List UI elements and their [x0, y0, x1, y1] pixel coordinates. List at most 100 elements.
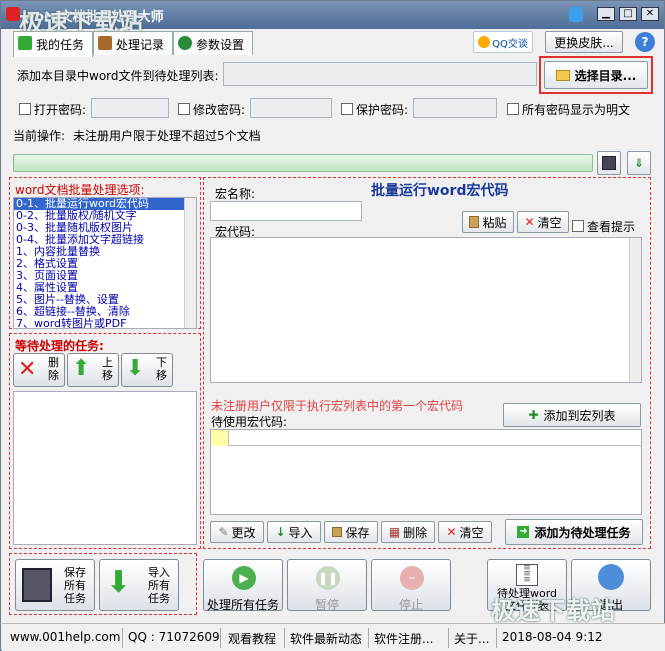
status-news[interactable]: 软件最新动态: [290, 630, 362, 647]
status-website[interactable]: www.001help.com: [10, 630, 120, 644]
status-separator: [368, 628, 369, 648]
add-to-macro-list-button[interactable]: ✚ 添加到宏列表: [503, 403, 641, 427]
stop-button[interactable]: – 停止: [371, 559, 451, 612]
open-password-label: 打开密码:: [34, 103, 87, 117]
show-plain-checkbox[interactable]: [507, 103, 519, 115]
paste-label: 粘贴: [482, 215, 507, 230]
status-qq[interactable]: QQ : 71072609: [128, 630, 220, 644]
go-arrow-icon: ➜: [517, 526, 530, 538]
modify-password-label: 修改密码:: [193, 103, 246, 117]
pending-title: 等待处理的任务:: [15, 339, 104, 353]
qq-chat-label: QQ交谈: [492, 38, 528, 50]
stop-icon: –: [400, 566, 424, 590]
minimize-button[interactable]: ▁: [597, 7, 615, 21]
exit-person-icon: [598, 564, 624, 590]
floppy-icon: [602, 156, 616, 170]
move-down-button[interactable]: ⬇ 下 移: [121, 353, 173, 387]
option-item[interactable]: 7、word转图片或PDF: [14, 318, 196, 329]
protect-password-input[interactable]: [413, 98, 497, 118]
paste-button[interactable]: 粘贴: [462, 211, 514, 233]
skin-shirt-icon[interactable]: [569, 6, 583, 22]
tab-settings[interactable]: 参数设置: [173, 31, 253, 55]
download-button[interactable]: ⇓: [627, 151, 651, 175]
tab-label: 处理记录: [116, 38, 165, 52]
clear-macro-button[interactable]: ✕ 清空: [438, 521, 492, 543]
current-op-text: 未注册用户限于处理不超过5个文档: [73, 129, 261, 143]
close-button[interactable]: ✕: [641, 7, 659, 21]
status-about[interactable]: 关于...: [454, 630, 489, 647]
status-separator: [122, 628, 123, 648]
app-icon: [6, 7, 20, 21]
pause-label: 暂停: [314, 598, 339, 612]
status-register[interactable]: 软件注册...: [374, 630, 433, 647]
tab-my-tasks[interactable]: 我的任务: [13, 31, 93, 57]
source-prompt: 添加本目录中word文件到待处理列表:: [17, 69, 219, 83]
options-scrollbar[interactable]: [184, 198, 196, 328]
down-arrow-icon: ⇓: [633, 156, 645, 170]
macro-code-editor[interactable]: [210, 237, 642, 383]
add-pending-task-button[interactable]: ➜ 添加为待处理任务: [505, 519, 643, 545]
process-all-label: 处理所有任务: [206, 598, 279, 612]
modify-password-input[interactable]: [250, 98, 332, 118]
process-all-button[interactable]: ▶ 处理所有任务: [203, 559, 283, 612]
modify-macro-button[interactable]: ✎ 更改: [210, 521, 264, 543]
maximize-button[interactable]: □: [619, 7, 637, 21]
import-all-tasks-button[interactable]: ⬇ 导入 所有 任务: [99, 559, 179, 611]
pencil-icon: ✎: [218, 525, 229, 539]
app-window: word文档批量处理大师 极速下载站 ▁ □ ✕ 我的任务 处理记录 参数设置 …: [0, 0, 665, 651]
open-password-input[interactable]: [91, 98, 169, 118]
choose-directory-label: 选择目录...: [574, 68, 637, 83]
status-separator: [220, 628, 221, 648]
delete-icon: ▦: [388, 525, 401, 539]
save-all-tasks-button[interactable]: 保存 所有 任务: [15, 559, 95, 611]
clear-macro-label: 清空: [459, 525, 484, 540]
options-list[interactable]: 0-1、批量运行word宏代码 0-2、批量版权/随机文字 0-3、批量随机版权图片…: [13, 197, 197, 329]
modify-password-checkbox[interactable]: [178, 103, 190, 115]
modify-macro-label: 更改: [231, 525, 256, 540]
view-hint-label: 查看提示: [587, 220, 636, 234]
import-macro-button[interactable]: ↓ 导入: [267, 521, 321, 543]
pause-button[interactable]: ❚❚ 暂停: [287, 559, 367, 612]
delete-task-button[interactable]: ✕ 删 除: [13, 353, 65, 387]
choose-directory-button[interactable]: 选择目录...: [544, 61, 648, 89]
x-icon: ✕: [18, 357, 37, 382]
macro-list[interactable]: [210, 429, 642, 515]
play-icon: ▶: [232, 566, 256, 590]
change-skin-button[interactable]: 更换皮肤...: [545, 31, 623, 53]
move-up-button[interactable]: ⬆ 上 移: [67, 353, 119, 387]
qq-icon: [478, 36, 491, 48]
view-hint-checkbox[interactable]: [572, 220, 584, 232]
status-bar: www.001help.com QQ : 71072609 观看教程 软件最新动…: [2, 623, 665, 651]
tab-history[interactable]: 处理记录: [93, 31, 173, 55]
status-datetime: 2018-08-04 9:12: [502, 630, 603, 644]
clear-code-button[interactable]: ✕ 清空: [517, 211, 569, 233]
macro-name-input[interactable]: [210, 201, 362, 221]
show-plain-label: 所有密码显示为明文: [522, 103, 631, 117]
title-bar[interactable]: word文档批量处理大师 极速下载站 ▁ □ ✕: [1, 1, 664, 37]
delete-macro-button[interactable]: ▦ 删除: [381, 521, 435, 543]
x-icon: ✕: [524, 215, 535, 229]
move-up-label: 上 移: [102, 356, 113, 382]
pending-task-list[interactable]: [13, 391, 197, 545]
protect-password-checkbox[interactable]: [341, 103, 353, 115]
code-scrollbar[interactable]: [629, 238, 641, 382]
source-path-field[interactable]: [223, 62, 537, 86]
save-progress-button[interactable]: [597, 151, 621, 175]
delete-task-label: 删 除: [48, 356, 59, 382]
plus-icon: ✚: [528, 408, 539, 422]
delete-macro-label: 删除: [403, 525, 428, 540]
help-icon[interactable]: ?: [635, 32, 655, 52]
clipboard-icon: [469, 216, 480, 228]
status-tutorial[interactable]: 观看教程: [228, 630, 276, 647]
watermark-bottom: 极速下载站: [491, 597, 616, 625]
tree-icon: [178, 36, 192, 50]
options-items: 0-1、批量运行word宏代码 0-2、批量版权/随机文字 0-3、批量随机版权图片…: [14, 198, 196, 329]
tasks-icon: [18, 36, 32, 50]
open-password-checkbox[interactable]: [19, 103, 31, 115]
qq-chat-button[interactable]: QQ交谈: [473, 31, 533, 53]
add-pending-task-label: 添加为待处理任务: [534, 525, 631, 540]
save-macro-button[interactable]: 保存: [324, 521, 378, 543]
progress-bar: [13, 154, 593, 172]
protect-password-label: 保护密码:: [356, 103, 409, 117]
status-separator: [496, 628, 497, 648]
